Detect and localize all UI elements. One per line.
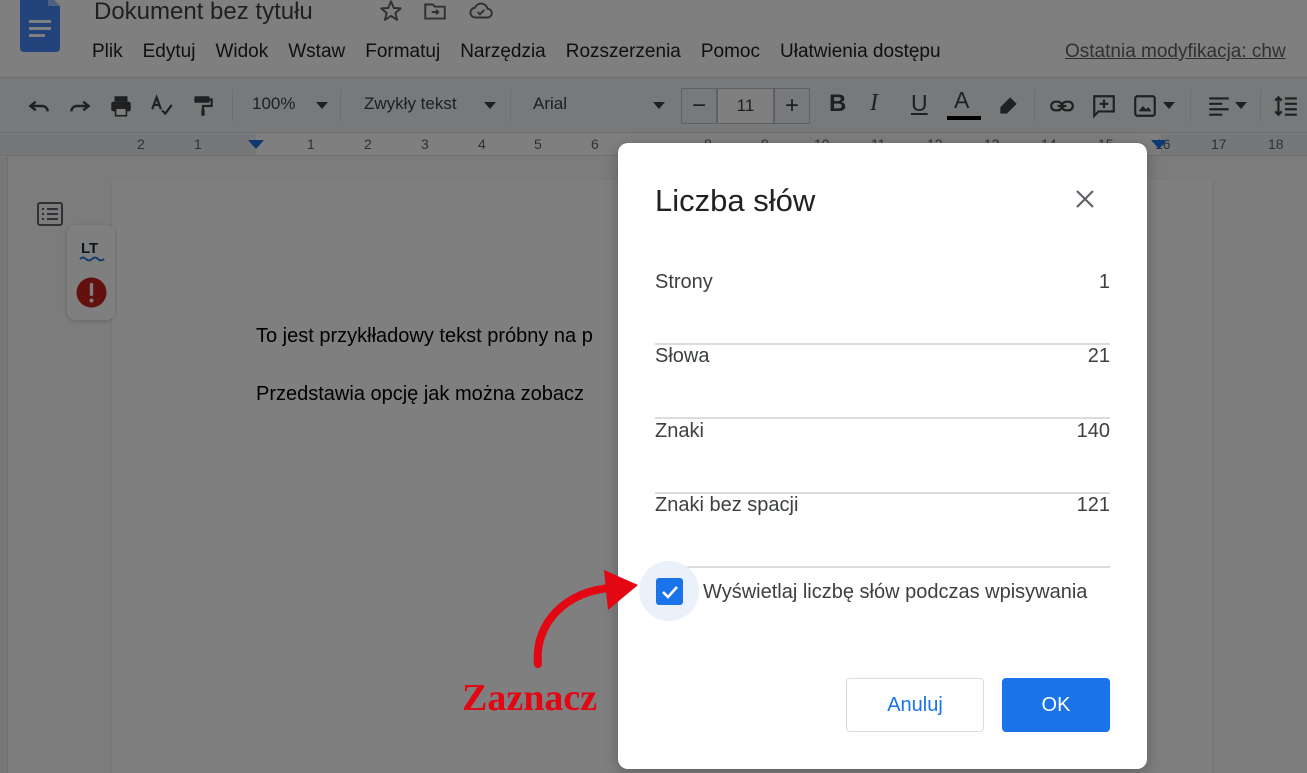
stat-label: Znaki bez spacji [655, 494, 799, 516]
annotation-label: Zaznacz [462, 677, 598, 719]
stat-label: Słowa [655, 345, 710, 367]
word-count-dialog: Liczba słów Strony 1 Słowa 21 Znaki 140 … [618, 143, 1147, 769]
stat-value: 1 [1098, 271, 1110, 293]
stat-label: Strony [655, 271, 713, 293]
stat-value: 140 [1076, 420, 1110, 442]
stat-value: 121 [1076, 494, 1110, 516]
dialog-title: Liczba słów [655, 183, 816, 218]
stat-row-characters-no-spaces: Znaki bez spacji 121 [655, 494, 1110, 568]
show-word-count-label[interactable]: Wyświetlaj liczbę słów podczas wpisywani… [703, 581, 1087, 604]
stat-row-pages: Strony 1 [655, 271, 1110, 345]
close-icon[interactable] [1072, 186, 1098, 212]
ok-button[interactable]: OK [1002, 678, 1110, 732]
stat-row-words: Słowa 21 [655, 345, 1110, 419]
checkmark-icon [661, 585, 678, 599]
show-word-count-checkbox[interactable] [656, 578, 683, 605]
annotation-arrow-icon [533, 570, 638, 668]
cancel-button[interactable]: Anuluj [846, 678, 984, 732]
stat-label: Znaki [655, 420, 704, 442]
stat-row-characters: Znaki 140 [655, 420, 1110, 494]
stat-value: 21 [1087, 345, 1110, 367]
